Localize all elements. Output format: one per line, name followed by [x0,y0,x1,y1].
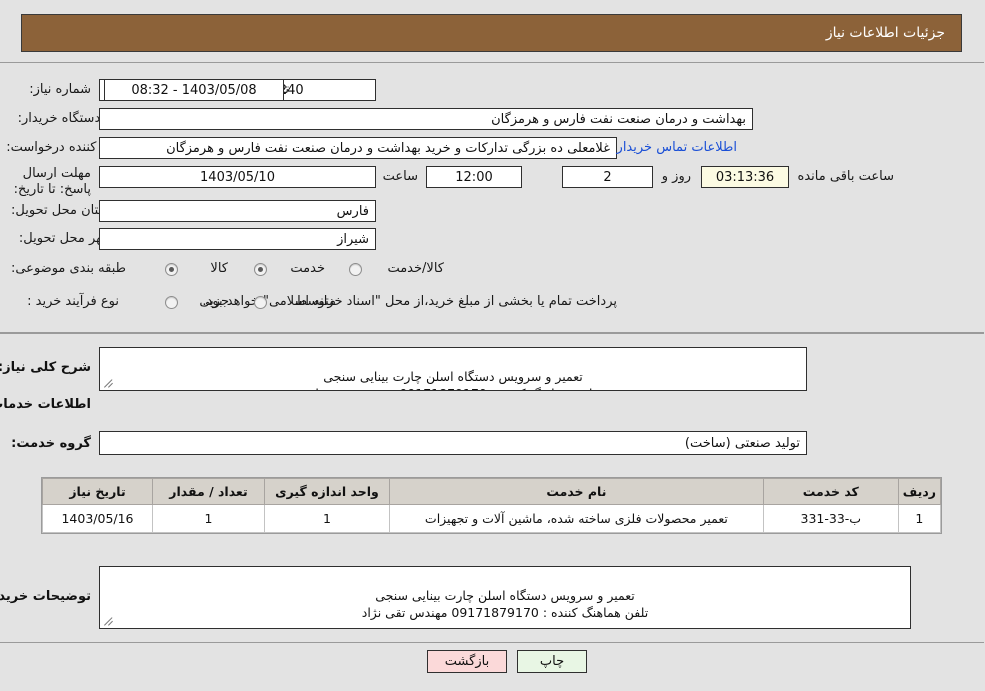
category-label: طبقه بندی موضوعی: [11,261,127,276]
province-label: استان محل تحویل: [12,203,114,218]
remaining-hours-label: ساعت باقی مانده [798,169,895,184]
cell-unit: 1 [265,504,391,533]
general-description-textarea[interactable]: تعمیر و سرویس دستگاه اسلن چارت بینایی سن… [100,347,808,391]
radio-category-kala-label[interactable]: کالا [211,261,229,276]
general-description-text: تعمیر و سرویس دستگاه اسلن چارت بینایی سن… [311,369,597,390]
back-button[interactable]: بازگشت [428,650,508,673]
days-remaining-field[interactable]: 2 [563,166,654,188]
radio-process-jozee[interactable] [166,296,179,309]
table-header-row: ردیف کد خدمت نام خدمت واحد اندازه گیری ت… [43,478,943,505]
cell-qty: 1 [153,504,266,533]
deadline-label: مهلت ارسال پاسخ: تا تاریخ: [14,166,92,197]
col-code: کد خدمت [763,478,900,505]
deadline-time-field[interactable]: 12:00 [427,166,523,188]
cell-date: 1403/05/16 [43,504,154,533]
services-section-heading: اطلاعات خدمات مورد نیاز [0,397,92,412]
col-row: ردیف [898,478,943,505]
col-date: تاریخ نیاز [43,478,154,505]
page-title-text: جزئیات اطلاعات نیاز [826,25,946,41]
buyer-notes-label: توضیحات خریدار: [0,589,92,604]
radio-process-motavasset-label[interactable]: متوسط [296,294,337,309]
col-qty: تعداد / مقدار [153,478,266,505]
need-number-label: شماره نیاز: [30,82,92,97]
radio-category-kala[interactable] [166,263,179,276]
print-button[interactable]: چاپ [518,650,588,673]
cell-name: تعمیر محصولات فلزی ساخته شده، ماشین آلات… [390,504,765,533]
buyer-notes-text: تعمیر و سرویس دستگاه اسلن چارت بینایی سن… [362,588,650,620]
table-row[interactable]: 1 ب-33-331 تعمیر محصولات فلزی ساخته شده،… [43,504,943,533]
buyer-contact-link[interactable]: اطلاعات تماس خریدار [618,140,738,155]
radio-category-khedmat-label[interactable]: خدمت [291,261,326,276]
cell-row: 1 [898,504,943,533]
col-unit: واحد اندازه گیری [265,478,391,505]
general-description-label: شرح کلی نیاز: [0,360,92,375]
buyer-notes-textarea[interactable]: تعمیر و سرویس دستگاه اسلن چارت بینایی سن… [100,566,912,629]
announce-datetime-field[interactable]: 1403/05/08 - 08:32 [105,79,285,101]
page-root: AriaTender.net جزئیات اطلاعات نیاز شماره… [0,0,985,691]
cell-code: ب-33-331 [763,504,900,533]
city-field[interactable]: شیراز [100,228,377,250]
buyer-org-field[interactable]: بهداشت و درمان صنعت نفت فارس و هرمزگان [100,108,754,130]
services-table: ردیف کد خدمت نام خدمت واحد اندازه گیری ت… [43,478,943,533]
radio-process-jozee-label[interactable]: جزیی [200,294,230,309]
radio-process-motavasset[interactable] [255,296,268,309]
resize-handle-icon[interactable] [104,378,114,388]
process-type-label: نوع فرآیند خرید : [28,294,120,309]
countdown-field: 03:13:36 [702,166,790,188]
need-info-panel [0,62,985,333]
hour-label: ساعت [383,169,419,184]
requester-field[interactable]: غلامعلی ده بزرگی تدارکات و خرید بهداشت و… [100,137,618,159]
service-group-field[interactable]: تولید صنعتی (ساخت) [100,431,808,455]
service-group-label: گروه خدمت: [12,436,92,451]
resize-handle-icon-2[interactable] [104,616,114,626]
province-field[interactable]: فارس [100,200,377,222]
services-table-wrapper: ردیف کد خدمت نام خدمت واحد اندازه گیری ت… [42,477,943,534]
deadline-date-field[interactable]: 1403/05/10 [100,166,377,188]
page-title: جزئیات اطلاعات نیاز [22,14,963,52]
radio-category-khedmat[interactable] [255,263,268,276]
col-name: نام خدمت [390,478,765,505]
radio-category-kala-khedmat-label[interactable]: کالا/خدمت [388,261,445,276]
days-separator-label: روز و [662,169,692,184]
radio-category-kala-khedmat[interactable] [350,263,363,276]
